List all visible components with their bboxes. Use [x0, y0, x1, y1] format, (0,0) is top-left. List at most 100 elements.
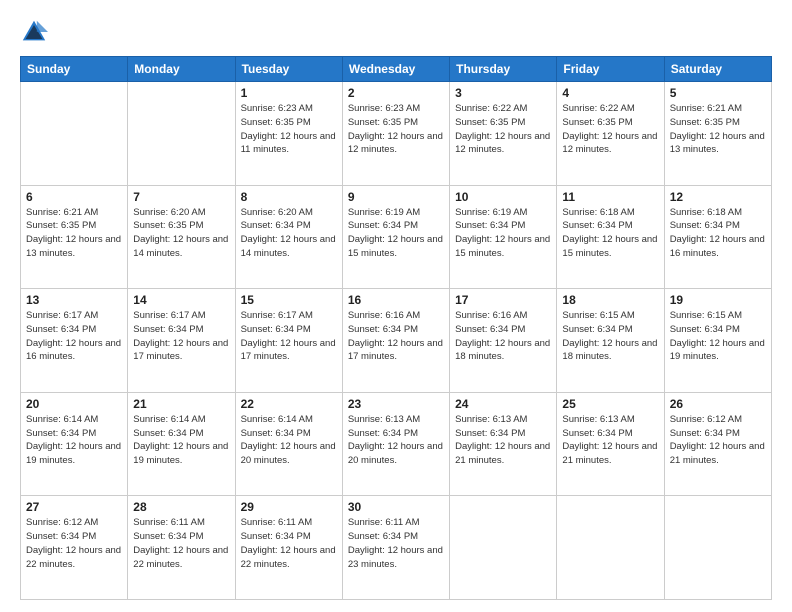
- day-cell: 17Sunrise: 6:16 AM Sunset: 6:34 PM Dayli…: [450, 289, 557, 393]
- day-cell: 21Sunrise: 6:14 AM Sunset: 6:34 PM Dayli…: [128, 392, 235, 496]
- day-number: 2: [348, 86, 444, 100]
- day-cell: 12 Sunrise: 6:18 AM Sunset: 6:34 PM Dayli…: [664, 185, 771, 289]
- day-cell: 9 Sunrise: 6:19 AM Sunset: 6:34 PM Daylig…: [342, 185, 449, 289]
- day-cell: 18 Sunrise: 6:15 AM Sunset: 6:34 PM Dayli…: [557, 289, 664, 393]
- week-row-5: 27 Sunrise: 6:12 AM Sunset: 6:34 PM Dayli…: [21, 496, 772, 600]
- day-number: 24: [455, 397, 551, 411]
- day-info: Sunrise: 6:13 AM Sunset: 6:34 PM Dayligh…: [562, 413, 658, 468]
- day-info: Sunrise: 6:21 AM Sunset: 6:35 PM Dayligh…: [26, 206, 122, 261]
- day-number: 16: [348, 293, 444, 307]
- day-cell: 26 Sunrise: 6:12 AM Sunset: 6:34 PM Dayli…: [664, 392, 771, 496]
- week-row-3: 13 Sunrise: 6:17 AM Sunset: 6:34 PM Dayli…: [21, 289, 772, 393]
- weekday-monday: Monday: [128, 57, 235, 82]
- day-cell: [450, 496, 557, 600]
- day-number: 17: [455, 293, 551, 307]
- weekday-wednesday: Wednesday: [342, 57, 449, 82]
- page: SundayMondayTuesdayWednesdayThursdayFrid…: [0, 0, 792, 612]
- day-info: Sunrise: 6:17 AM Sunset: 6:34 PM Dayligh…: [133, 309, 229, 364]
- weekday-tuesday: Tuesday: [235, 57, 342, 82]
- day-cell: 27 Sunrise: 6:12 AM Sunset: 6:34 PM Dayli…: [21, 496, 128, 600]
- week-row-1: 1 Sunrise: 6:23 AM Sunset: 6:35 PM Daylig…: [21, 82, 772, 186]
- day-cell: 6 Sunrise: 6:21 AM Sunset: 6:35 PM Daylig…: [21, 185, 128, 289]
- day-info: Sunrise: 6:13 AM Sunset: 6:34 PM Dayligh…: [348, 413, 444, 468]
- day-info: Sunrise: 6:20 AM Sunset: 6:34 PM Dayligh…: [241, 206, 337, 261]
- day-number: 10: [455, 190, 551, 204]
- day-cell: 8 Sunrise: 6:20 AM Sunset: 6:34 PM Daylig…: [235, 185, 342, 289]
- day-number: 27: [26, 500, 122, 514]
- day-cell: 3 Sunrise: 6:22 AM Sunset: 6:35 PM Daylig…: [450, 82, 557, 186]
- weekday-friday: Friday: [557, 57, 664, 82]
- day-number: 11: [562, 190, 658, 204]
- day-number: 25: [562, 397, 658, 411]
- logo: [20, 18, 52, 46]
- day-number: 14: [133, 293, 229, 307]
- day-info: Sunrise: 6:22 AM Sunset: 6:35 PM Dayligh…: [455, 102, 551, 157]
- day-number: 6: [26, 190, 122, 204]
- day-cell: 1 Sunrise: 6:23 AM Sunset: 6:35 PM Daylig…: [235, 82, 342, 186]
- day-number: 8: [241, 190, 337, 204]
- day-cell: [664, 496, 771, 600]
- day-cell: [557, 496, 664, 600]
- day-cell: 19Sunrise: 6:15 AM Sunset: 6:34 PM Dayli…: [664, 289, 771, 393]
- day-cell: 10Sunrise: 6:19 AM Sunset: 6:34 PM Dayli…: [450, 185, 557, 289]
- calendar-table: SundayMondayTuesdayWednesdayThursdayFrid…: [20, 56, 772, 600]
- day-cell: 16Sunrise: 6:16 AM Sunset: 6:34 PM Dayli…: [342, 289, 449, 393]
- day-number: 13: [26, 293, 122, 307]
- header: [20, 18, 772, 46]
- day-cell: 20 Sunrise: 6:14 AM Sunset: 6:34 PM Dayli…: [21, 392, 128, 496]
- week-row-4: 20 Sunrise: 6:14 AM Sunset: 6:34 PM Dayli…: [21, 392, 772, 496]
- week-row-2: 6 Sunrise: 6:21 AM Sunset: 6:35 PM Daylig…: [21, 185, 772, 289]
- day-cell: 24 Sunrise: 6:13 AM Sunset: 6:34 PM Dayli…: [450, 392, 557, 496]
- day-number: 22: [241, 397, 337, 411]
- weekday-header-row: SundayMondayTuesdayWednesdayThursdayFrid…: [21, 57, 772, 82]
- day-cell: 14 Sunrise: 6:17 AM Sunset: 6:34 PM Dayli…: [128, 289, 235, 393]
- weekday-thursday: Thursday: [450, 57, 557, 82]
- day-cell: 15Sunrise: 6:17 AM Sunset: 6:34 PM Dayli…: [235, 289, 342, 393]
- day-info: Sunrise: 6:18 AM Sunset: 6:34 PM Dayligh…: [562, 206, 658, 261]
- day-number: 30: [348, 500, 444, 514]
- weekday-saturday: Saturday: [664, 57, 771, 82]
- day-info: Sunrise: 6:12 AM Sunset: 6:34 PM Dayligh…: [670, 413, 766, 468]
- day-info: Sunrise: 6:18 AM Sunset: 6:34 PM Dayligh…: [670, 206, 766, 261]
- day-number: 5: [670, 86, 766, 100]
- day-info: Sunrise: 6:19 AM Sunset: 6:34 PM Dayligh…: [348, 206, 444, 261]
- day-cell: 2 Sunrise: 6:23 AM Sunset: 6:35 PM Daylig…: [342, 82, 449, 186]
- day-cell: 30 Sunrise: 6:11 AM Sunset: 6:34 PM Dayli…: [342, 496, 449, 600]
- logo-icon: [20, 18, 48, 46]
- weekday-sunday: Sunday: [21, 57, 128, 82]
- day-info: Sunrise: 6:22 AM Sunset: 6:35 PM Dayligh…: [562, 102, 658, 157]
- day-number: 9: [348, 190, 444, 204]
- day-info: Sunrise: 6:13 AM Sunset: 6:34 PM Dayligh…: [455, 413, 551, 468]
- day-info: Sunrise: 6:23 AM Sunset: 6:35 PM Dayligh…: [348, 102, 444, 157]
- day-number: 18: [562, 293, 658, 307]
- day-info: Sunrise: 6:20 AM Sunset: 6:35 PM Dayligh…: [133, 206, 229, 261]
- day-number: 3: [455, 86, 551, 100]
- day-number: 1: [241, 86, 337, 100]
- day-number: 4: [562, 86, 658, 100]
- day-cell: 4 Sunrise: 6:22 AM Sunset: 6:35 PM Daylig…: [557, 82, 664, 186]
- day-cell: 13 Sunrise: 6:17 AM Sunset: 6:34 PM Dayli…: [21, 289, 128, 393]
- day-cell: 23 Sunrise: 6:13 AM Sunset: 6:34 PM Dayli…: [342, 392, 449, 496]
- day-info: Sunrise: 6:21 AM Sunset: 6:35 PM Dayligh…: [670, 102, 766, 157]
- day-cell: 25 Sunrise: 6:13 AM Sunset: 6:34 PM Dayli…: [557, 392, 664, 496]
- day-info: Sunrise: 6:11 AM Sunset: 6:34 PM Dayligh…: [348, 516, 444, 571]
- day-number: 26: [670, 397, 766, 411]
- day-info: Sunrise: 6:14 AM Sunset: 6:34 PM Dayligh…: [241, 413, 337, 468]
- day-info: Sunrise: 6:12 AM Sunset: 6:34 PM Dayligh…: [26, 516, 122, 571]
- day-cell: 5 Sunrise: 6:21 AM Sunset: 6:35 PM Daylig…: [664, 82, 771, 186]
- day-number: 23: [348, 397, 444, 411]
- day-number: 12: [670, 190, 766, 204]
- day-cell: 7 Sunrise: 6:20 AM Sunset: 6:35 PM Daylig…: [128, 185, 235, 289]
- day-info: Sunrise: 6:23 AM Sunset: 6:35 PM Dayligh…: [241, 102, 337, 157]
- day-number: 20: [26, 397, 122, 411]
- day-cell: [21, 82, 128, 186]
- day-cell: 22 Sunrise: 6:14 AM Sunset: 6:34 PM Dayli…: [235, 392, 342, 496]
- day-cell: 28Sunrise: 6:11 AM Sunset: 6:34 PM Dayli…: [128, 496, 235, 600]
- day-cell: 11 Sunrise: 6:18 AM Sunset: 6:34 PM Dayli…: [557, 185, 664, 289]
- day-info: Sunrise: 6:17 AM Sunset: 6:34 PM Dayligh…: [26, 309, 122, 364]
- day-number: 19: [670, 293, 766, 307]
- day-info: Sunrise: 6:15 AM Sunset: 6:34 PM Dayligh…: [562, 309, 658, 364]
- day-info: Sunrise: 6:14 AM Sunset: 6:34 PM Dayligh…: [26, 413, 122, 468]
- day-number: 29: [241, 500, 337, 514]
- day-number: 7: [133, 190, 229, 204]
